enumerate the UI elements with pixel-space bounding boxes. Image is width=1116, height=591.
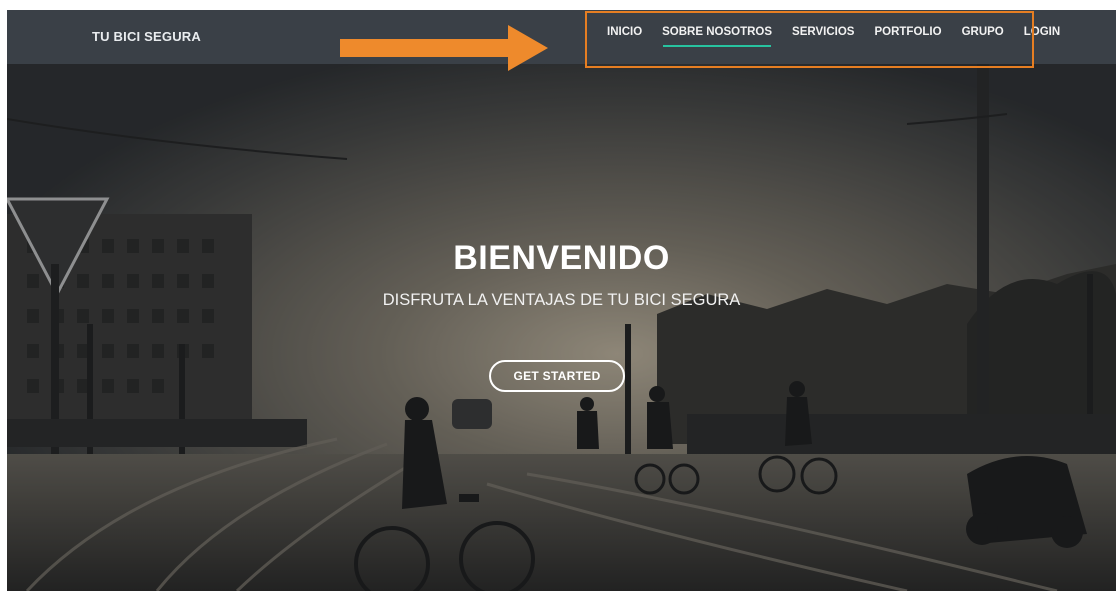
brand-logo-text[interactable]: TU BICI SEGURA	[92, 29, 201, 44]
top-navbar: TU BICI SEGURA INICIO SOBRE NOSOTROS SER…	[7, 10, 1116, 71]
hero-dark-overlay	[7, 64, 1116, 591]
browser-viewport: TU BICI SEGURA INICIO SOBRE NOSOTROS SER…	[7, 10, 1116, 591]
hero-section: BIENVENIDO DISFRUTA LA VENTAJAS DE TU BI…	[7, 64, 1116, 591]
hero-title: BIENVENIDO	[453, 239, 670, 277]
get-started-button[interactable]: GET STARTED	[489, 360, 625, 392]
annotation-highlight-box	[585, 11, 1034, 68]
right-arrow-icon	[340, 25, 548, 71]
hero-subtitle: DISFRUTA LA VENTAJAS DE TU BICI SEGURA	[382, 291, 741, 309]
